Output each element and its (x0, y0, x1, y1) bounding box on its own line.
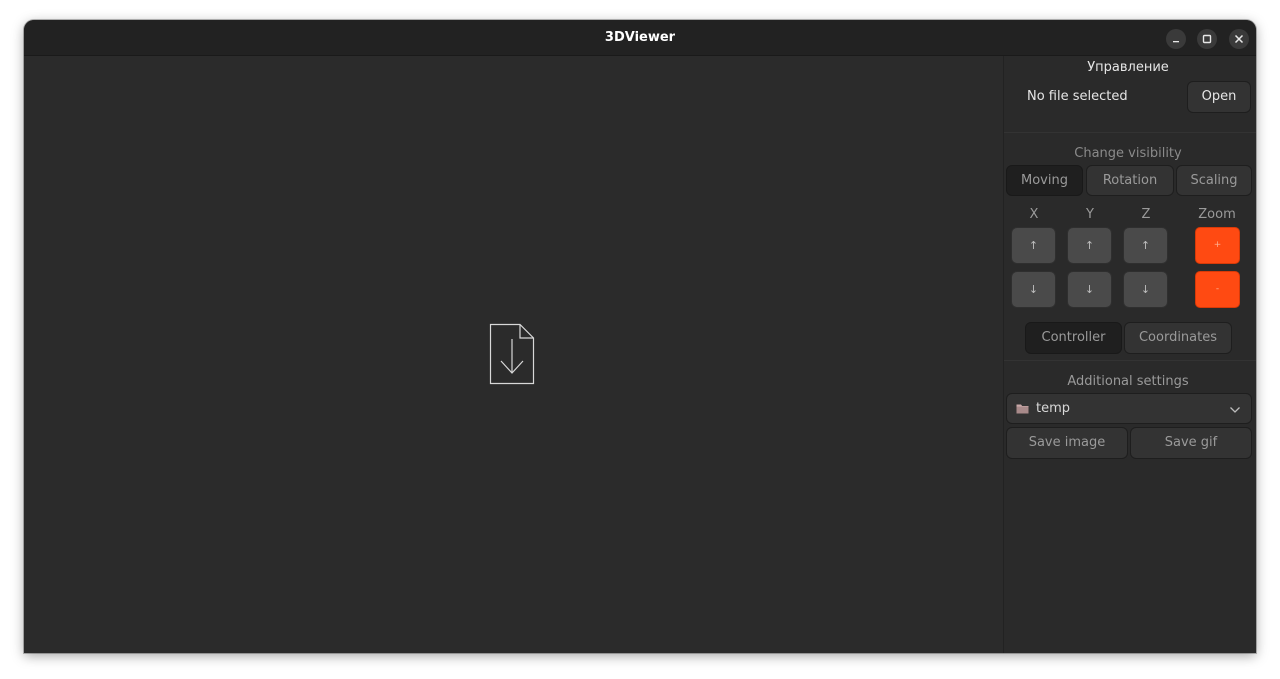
x-down-button[interactable]: ↓ (1011, 271, 1056, 308)
panel-header: Управление (1087, 60, 1169, 75)
model-viewport[interactable] (24, 56, 1003, 653)
window-title: 3DViewer (604, 30, 676, 45)
close-button[interactable] (1229, 29, 1249, 49)
chevron-down-icon (1230, 407, 1240, 413)
zoom-out-button[interactable]: - (1195, 271, 1240, 308)
minimize-icon (1173, 41, 1179, 43)
tab-rotation[interactable]: Rotation (1086, 165, 1174, 196)
zoom-in-button[interactable]: + (1195, 227, 1240, 264)
file-status: No file selected (1027, 89, 1128, 104)
tab-controller[interactable]: Controller (1025, 322, 1122, 354)
save-gif-button[interactable]: Save gif (1130, 427, 1252, 459)
minimize-button[interactable] (1166, 29, 1186, 49)
control-panel: Управление No file selected Open Change … (1003, 56, 1256, 653)
close-icon (1234, 34, 1244, 44)
tab-scaling[interactable]: Scaling (1176, 165, 1252, 196)
y-down-button[interactable]: ↓ (1067, 271, 1112, 308)
folder-select[interactable]: temp (1006, 393, 1252, 424)
separator (1004, 360, 1256, 361)
tab-coordinates[interactable]: Coordinates (1124, 322, 1232, 354)
folder-value: temp (1036, 401, 1071, 416)
open-button[interactable]: Open (1187, 81, 1251, 113)
z-down-button[interactable]: ↓ (1123, 271, 1168, 308)
file-download-icon (489, 323, 535, 385)
visibility-label: Change visibility (1074, 146, 1182, 161)
x-up-button[interactable]: ↑ (1011, 227, 1056, 264)
axis-y-label: Y (1086, 207, 1094, 222)
axis-x-label: X (1029, 207, 1039, 222)
axis-z-label: Z (1141, 207, 1151, 222)
title-bar[interactable]: 3DViewer (24, 20, 1256, 56)
tab-moving[interactable]: Moving (1006, 165, 1083, 196)
save-image-button[interactable]: Save image (1006, 427, 1128, 459)
additional-settings-label: Additional settings (1067, 374, 1189, 389)
maximize-icon (1202, 34, 1212, 44)
maximize-button[interactable] (1197, 29, 1217, 49)
z-up-button[interactable]: ↑ (1123, 227, 1168, 264)
y-up-button[interactable]: ↑ (1067, 227, 1112, 264)
zoom-label: Zoom (1198, 207, 1236, 222)
folder-icon (1016, 404, 1029, 414)
separator (1004, 132, 1256, 133)
app-window: 3DViewer Управление No file selected Ope… (24, 20, 1256, 653)
